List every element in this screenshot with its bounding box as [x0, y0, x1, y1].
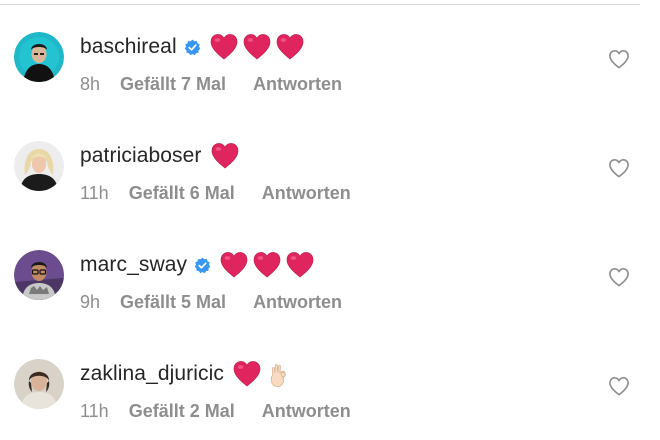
red-heart-icon [220, 252, 248, 278]
comment-line: marc_sway [80, 248, 315, 282]
likes-count[interactable]: Gefällt 7 Mal [120, 74, 226, 95]
comment-item: patriciaboser 11h Gefällt 6 Mal Antworte… [0, 115, 660, 215]
timestamp: 9h [80, 292, 101, 312]
likes-count[interactable]: Gefällt 6 Mal [129, 183, 235, 204]
comment-meta: 9h Gefällt 5 Mal Antworten [80, 292, 342, 313]
ok-hand-icon [270, 364, 286, 387]
reply-button[interactable]: Antworten [262, 183, 351, 204]
verified-badge-icon [194, 257, 211, 273]
red-heart-icon [233, 361, 261, 387]
username[interactable]: zaklina_djuricic [80, 362, 224, 386]
emoji-group [209, 33, 305, 61]
comment-meta: 8h Gefällt 7 Mal Antworten [80, 74, 342, 95]
avatar[interactable] [14, 250, 64, 300]
username[interactable]: patriciaboser [80, 144, 202, 168]
comment-line: patriciaboser [80, 139, 240, 173]
top-divider [0, 0, 640, 5]
reply-button[interactable]: Antworten [253, 74, 342, 95]
red-heart-icon [210, 34, 238, 60]
reply-button[interactable]: Antworten [262, 401, 351, 422]
comment-meta: 11h Gefällt 6 Mal Antworten [80, 183, 351, 204]
username[interactable]: marc_sway [80, 253, 187, 277]
red-heart-icon [253, 252, 281, 278]
red-heart-icon [276, 34, 304, 60]
avatar[interactable] [14, 32, 64, 82]
likes-count[interactable]: Gefällt 2 Mal [129, 401, 235, 422]
emoji-group [232, 360, 295, 388]
comment-item: zaklina_djuricic 11h Gefällt 2 Mal Antwo… [0, 333, 660, 433]
username[interactable]: baschireal [80, 35, 177, 59]
timestamp: 8h [80, 74, 101, 94]
emoji-group [219, 251, 315, 279]
heart-outline-icon[interactable] [608, 49, 630, 69]
red-heart-icon [243, 34, 271, 60]
timestamp: 11h [80, 183, 109, 203]
heart-outline-icon[interactable] [608, 376, 630, 396]
heart-outline-icon[interactable] [608, 267, 630, 287]
timestamp: 11h [80, 401, 109, 421]
verified-badge-icon [184, 39, 201, 55]
comment-item: baschireal 8h Gefällt 7 Mal Antworten [0, 6, 660, 106]
emoji-group [210, 142, 240, 170]
red-heart-icon [286, 252, 314, 278]
comment-line: zaklina_djuricic [80, 357, 295, 391]
comment-line: baschireal [80, 30, 305, 64]
likes-count[interactable]: Gefällt 5 Mal [120, 292, 226, 313]
comment-meta: 11h Gefällt 2 Mal Antworten [80, 401, 351, 422]
comment-item: marc_sway 9h Gefällt 5 Mal Antworten [0, 224, 660, 324]
avatar[interactable] [14, 141, 64, 191]
reply-button[interactable]: Antworten [253, 292, 342, 313]
avatar[interactable] [14, 359, 64, 409]
heart-outline-icon[interactable] [608, 158, 630, 178]
red-heart-icon [211, 143, 238, 169]
